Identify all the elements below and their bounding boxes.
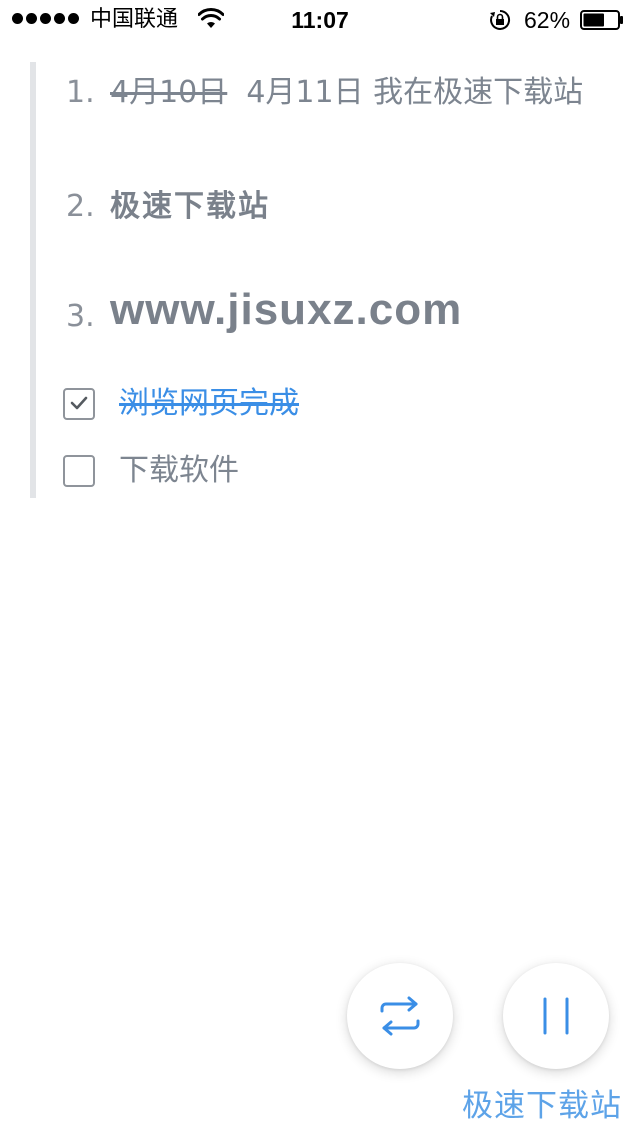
todo-item[interactable]: 浏览网页完成 <box>63 386 563 426</box>
check-icon <box>70 396 88 410</box>
watermark: 极速下载站 <box>462 1088 622 1124</box>
list-number: 1. <box>66 75 95 110</box>
list-item-text: 4月10日 4月11日 我在极速下载站 <box>110 70 600 116</box>
list-item[interactable]: 2. 极速下载站 <box>66 184 600 230</box>
note-content[interactable]: 1. 4月10日 4月11日 我在极速下载站 2. 极速下载站 3. www.j… <box>30 62 600 498</box>
pause-icon <box>543 997 569 1035</box>
todo-label: 浏览网页完成 <box>119 386 299 421</box>
list-number: 3. <box>66 299 95 334</box>
screen: 中国联通 11:07 62% 1. 4月10日 4月11日 我在极速下载站 2. <box>0 0 640 1136</box>
swap-arrows-icon <box>380 996 420 1036</box>
list-item-text: 极速下载站 <box>110 189 270 224</box>
checkbox-unchecked[interactable] <box>63 455 95 487</box>
rotation-lock-icon <box>490 9 511 30</box>
blockquote-bar <box>30 62 36 498</box>
list-number: 2. <box>66 189 95 224</box>
status-bar: 中国联通 11:07 62% <box>0 0 640 40</box>
item-text: 4月11日 我在极速下载站 <box>246 75 584 110</box>
list-item[interactable]: 1. 4月10日 4月11日 我在极速下载站 <box>66 70 600 162</box>
pause-button[interactable] <box>503 963 609 1069</box>
switch-mode-button[interactable] <box>347 963 453 1069</box>
struck-date: 4月10日 <box>110 75 228 110</box>
battery-icon <box>580 10 623 30</box>
todo-label: 下载软件 <box>119 453 239 488</box>
todo-item[interactable]: 下载软件 <box>63 453 563 493</box>
list-item-text: www.jisuxz.com <box>110 285 463 334</box>
checkbox-checked[interactable] <box>63 388 95 420</box>
list-item[interactable]: 3. www.jisuxz.com <box>66 282 600 342</box>
battery-percentage: 62% <box>524 7 571 33</box>
